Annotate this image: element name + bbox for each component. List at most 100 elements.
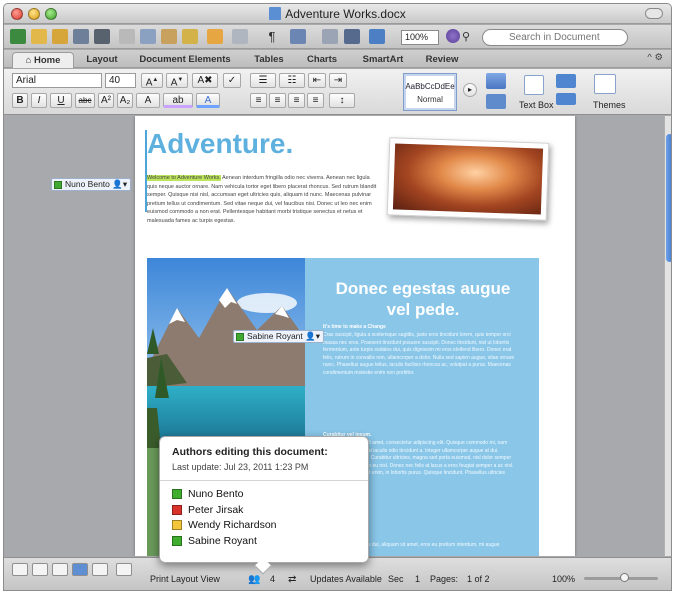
- themes-icon[interactable]: [594, 74, 616, 94]
- bold-button[interactable]: B: [12, 93, 28, 108]
- notebook-view-button[interactable]: [92, 563, 108, 576]
- change-styles-icon[interactable]: [486, 73, 506, 89]
- tab-charts[interactable]: Charts: [300, 52, 344, 68]
- text-box-label[interactable]: Text Box: [519, 100, 554, 110]
- authors-count[interactable]: 4: [270, 574, 275, 584]
- numbering-button[interactable]: ☷: [279, 73, 305, 88]
- open-folder-icon[interactable]: [52, 29, 68, 44]
- author-name: Sabine Royant: [188, 534, 257, 547]
- style-normal[interactable]: AaBbCcDdEe Normal: [403, 73, 457, 111]
- print-icon[interactable]: [94, 29, 110, 44]
- mountain-lake-svg: [147, 258, 305, 448]
- tab-document-elements[interactable]: Document Elements: [132, 52, 238, 68]
- columns-icon[interactable]: [322, 29, 338, 44]
- copy-icon[interactable]: [140, 29, 156, 44]
- full-screen-view-button[interactable]: [116, 563, 132, 576]
- tab-tables[interactable]: Tables: [244, 52, 294, 68]
- media-browser-icon[interactable]: [369, 29, 385, 44]
- tab-layout[interactable]: Layout: [80, 52, 124, 68]
- publishing-view-button[interactable]: [52, 563, 68, 576]
- paragraph-marks-icon[interactable]: ¶: [264, 29, 280, 44]
- paste-icon[interactable]: [161, 29, 177, 44]
- decrease-indent-button[interactable]: ⇤: [308, 73, 326, 88]
- clear-formatting-button[interactable]: A✖: [192, 73, 218, 88]
- updates-icon[interactable]: ⇄: [288, 574, 296, 585]
- canyon-image: [392, 143, 544, 215]
- format-painter-icon[interactable]: [182, 29, 198, 44]
- author-item[interactable]: Peter Jirsak: [172, 503, 277, 519]
- vertical-scrollbar[interactable]: [664, 116, 671, 556]
- document-heading[interactable]: Adventure.: [147, 128, 293, 160]
- sidebar-icon[interactable]: [344, 29, 360, 44]
- zoom-field[interactable]: 100%: [401, 30, 439, 45]
- cut-icon[interactable]: [119, 29, 135, 44]
- toolbar-toggle-button[interactable]: [645, 8, 663, 19]
- highlighted-text: Welcome to Adventure Works.: [147, 175, 221, 181]
- bullets-button[interactable]: ☰: [250, 73, 276, 88]
- zoom-slider[interactable]: [584, 573, 658, 582]
- print-layout-view-button[interactable]: [72, 563, 88, 576]
- search-input[interactable]: [482, 29, 628, 46]
- styles-pane-icon[interactable]: [486, 94, 506, 109]
- authors-popup: Authors editing this document: Last upda…: [159, 436, 369, 575]
- undo-icon[interactable]: [207, 29, 223, 44]
- font-name-field[interactable]: Arial: [12, 73, 102, 88]
- panel-title[interactable]: Donec egestas augue vel pede.: [323, 278, 523, 320]
- panel-body[interactable]: Cras suscipit, ligula a scelerisque sagi…: [323, 332, 523, 378]
- font-size-field[interactable]: 40: [105, 73, 136, 88]
- picture-icon[interactable]: [556, 93, 576, 105]
- outline-view-button[interactable]: [32, 563, 48, 576]
- document-icon: [269, 7, 282, 20]
- text-effects-button[interactable]: A: [136, 93, 160, 108]
- shape-icon[interactable]: [556, 74, 576, 88]
- line-spacing-button[interactable]: ↕: [329, 93, 355, 108]
- updates-available[interactable]: Updates Available: [310, 574, 382, 584]
- strikethrough-button[interactable]: abc: [75, 93, 95, 108]
- popup-title: Authors editing this document:: [172, 446, 328, 458]
- themes-label[interactable]: Themes: [593, 100, 626, 110]
- tab-home[interactable]: ⌂ Home: [12, 52, 74, 68]
- shrink-font-button[interactable]: A▼: [166, 73, 188, 88]
- tables-icon[interactable]: [290, 29, 306, 44]
- help-icon[interactable]: [446, 29, 460, 43]
- highlight-button[interactable]: ab: [163, 93, 193, 108]
- align-center-button[interactable]: ≡: [269, 93, 286, 108]
- author-tag-nuno[interactable]: Nuno Bento 👤▾: [51, 178, 132, 191]
- canyon-photo[interactable]: [386, 137, 550, 221]
- author-item[interactable]: Nuno Bento: [172, 487, 277, 503]
- font-color-button[interactable]: A: [196, 93, 220, 108]
- search-icon: ⚲: [462, 31, 471, 43]
- justify-button[interactable]: ≡: [307, 93, 324, 108]
- italic-button[interactable]: I: [31, 93, 47, 108]
- ribbon-options[interactable]: ^ ⚙: [647, 52, 663, 63]
- align-right-button[interactable]: ≡: [288, 93, 305, 108]
- author-name: Nuno Bento: [188, 488, 244, 500]
- redo-icon[interactable]: [232, 29, 248, 44]
- templates-icon[interactable]: [31, 29, 47, 44]
- draft-view-button[interactable]: [12, 563, 28, 576]
- superscript-button[interactable]: A²: [98, 93, 114, 108]
- align-left-button[interactable]: ≡: [250, 93, 267, 108]
- subscript-button[interactable]: A₂: [117, 93, 133, 108]
- author-item[interactable]: Sabine Royant: [172, 534, 277, 550]
- tab-review[interactable]: Review: [418, 52, 466, 68]
- text-box-icon[interactable]: [524, 75, 544, 95]
- new-document-icon[interactable]: [10, 29, 26, 44]
- intro-paragraph[interactable]: Welcome to Adventure Works. Aenean inter…: [147, 174, 377, 226]
- zoom-slider-knob[interactable]: [620, 573, 629, 582]
- styles-next-button[interactable]: ▸: [463, 83, 477, 97]
- tab-smartart[interactable]: SmartArt: [354, 52, 412, 68]
- author-tag-name: Nuno Bento: [65, 179, 110, 189]
- scroll-thumb[interactable]: [666, 134, 671, 262]
- authors-icon[interactable]: 👥: [248, 574, 260, 585]
- panel-subheading[interactable]: It's time to make a Change: [323, 324, 386, 330]
- section-label: Sec: [388, 574, 404, 584]
- author-item[interactable]: Wendy Richardson: [172, 518, 277, 534]
- underline-button[interactable]: U: [50, 93, 72, 108]
- increase-indent-button[interactable]: ⇥: [329, 73, 347, 88]
- title-bar: Adventure Works.docx: [4, 4, 671, 24]
- save-icon[interactable]: [73, 29, 89, 44]
- author-tag-sabine[interactable]: Sabine Royant 👤▾: [233, 330, 324, 343]
- grow-font-button[interactable]: A▲: [141, 73, 163, 88]
- spelling-icon[interactable]: ✓: [223, 73, 241, 88]
